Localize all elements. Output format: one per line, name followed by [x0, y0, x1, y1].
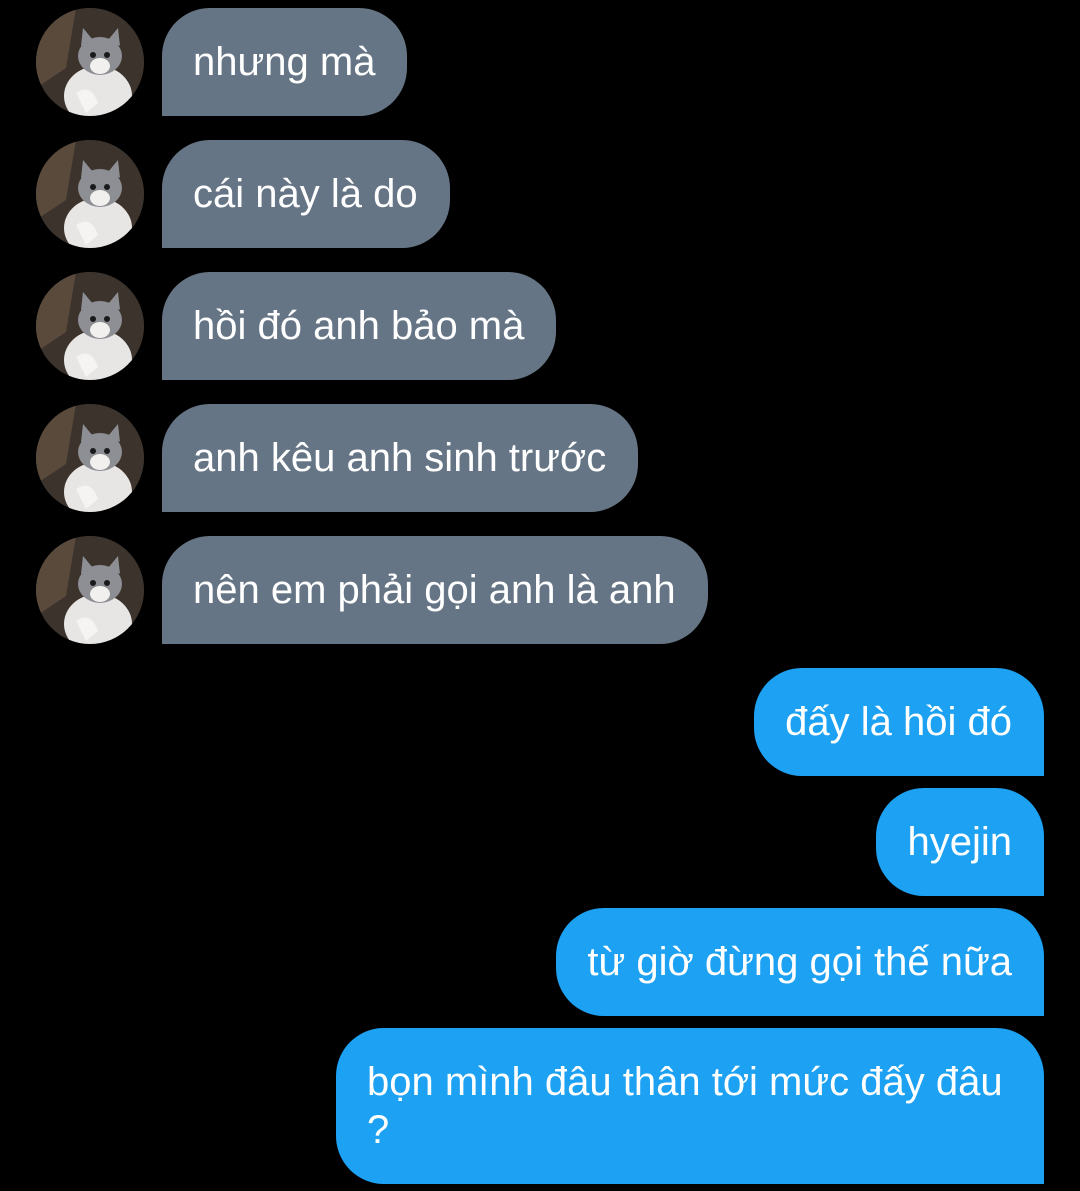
kitten-icon [36, 404, 144, 512]
contact-avatar[interactable] [36, 404, 144, 512]
kitten-icon [36, 536, 144, 644]
message-bubble[interactable]: nhưng mà [162, 8, 408, 116]
contact-avatar[interactable] [36, 536, 144, 644]
kitten-icon [36, 140, 144, 248]
message-bubble[interactable]: đấy là hồi đó [754, 668, 1044, 776]
message-bubble[interactable]: hồi đó anh bảo mà [162, 272, 557, 380]
message-bubble[interactable]: bọn mình đâu thân tới mức đấy đâu ? [336, 1028, 1044, 1184]
message-bubble[interactable]: từ giờ đừng gọi thế nữa [556, 908, 1044, 1016]
contact-avatar[interactable] [36, 140, 144, 248]
contact-avatar[interactable] [36, 8, 144, 116]
contact-avatar[interactable] [36, 272, 144, 380]
message-bubble[interactable]: hyejin [876, 788, 1044, 896]
kitten-icon [36, 272, 144, 380]
message-bubble[interactable]: anh kêu anh sinh trước [162, 404, 639, 512]
kitten-icon [36, 8, 144, 116]
message-bubble[interactable]: cái này là do [162, 140, 450, 248]
message-bubble[interactable]: nên em phải gọi anh là anh [162, 536, 708, 644]
